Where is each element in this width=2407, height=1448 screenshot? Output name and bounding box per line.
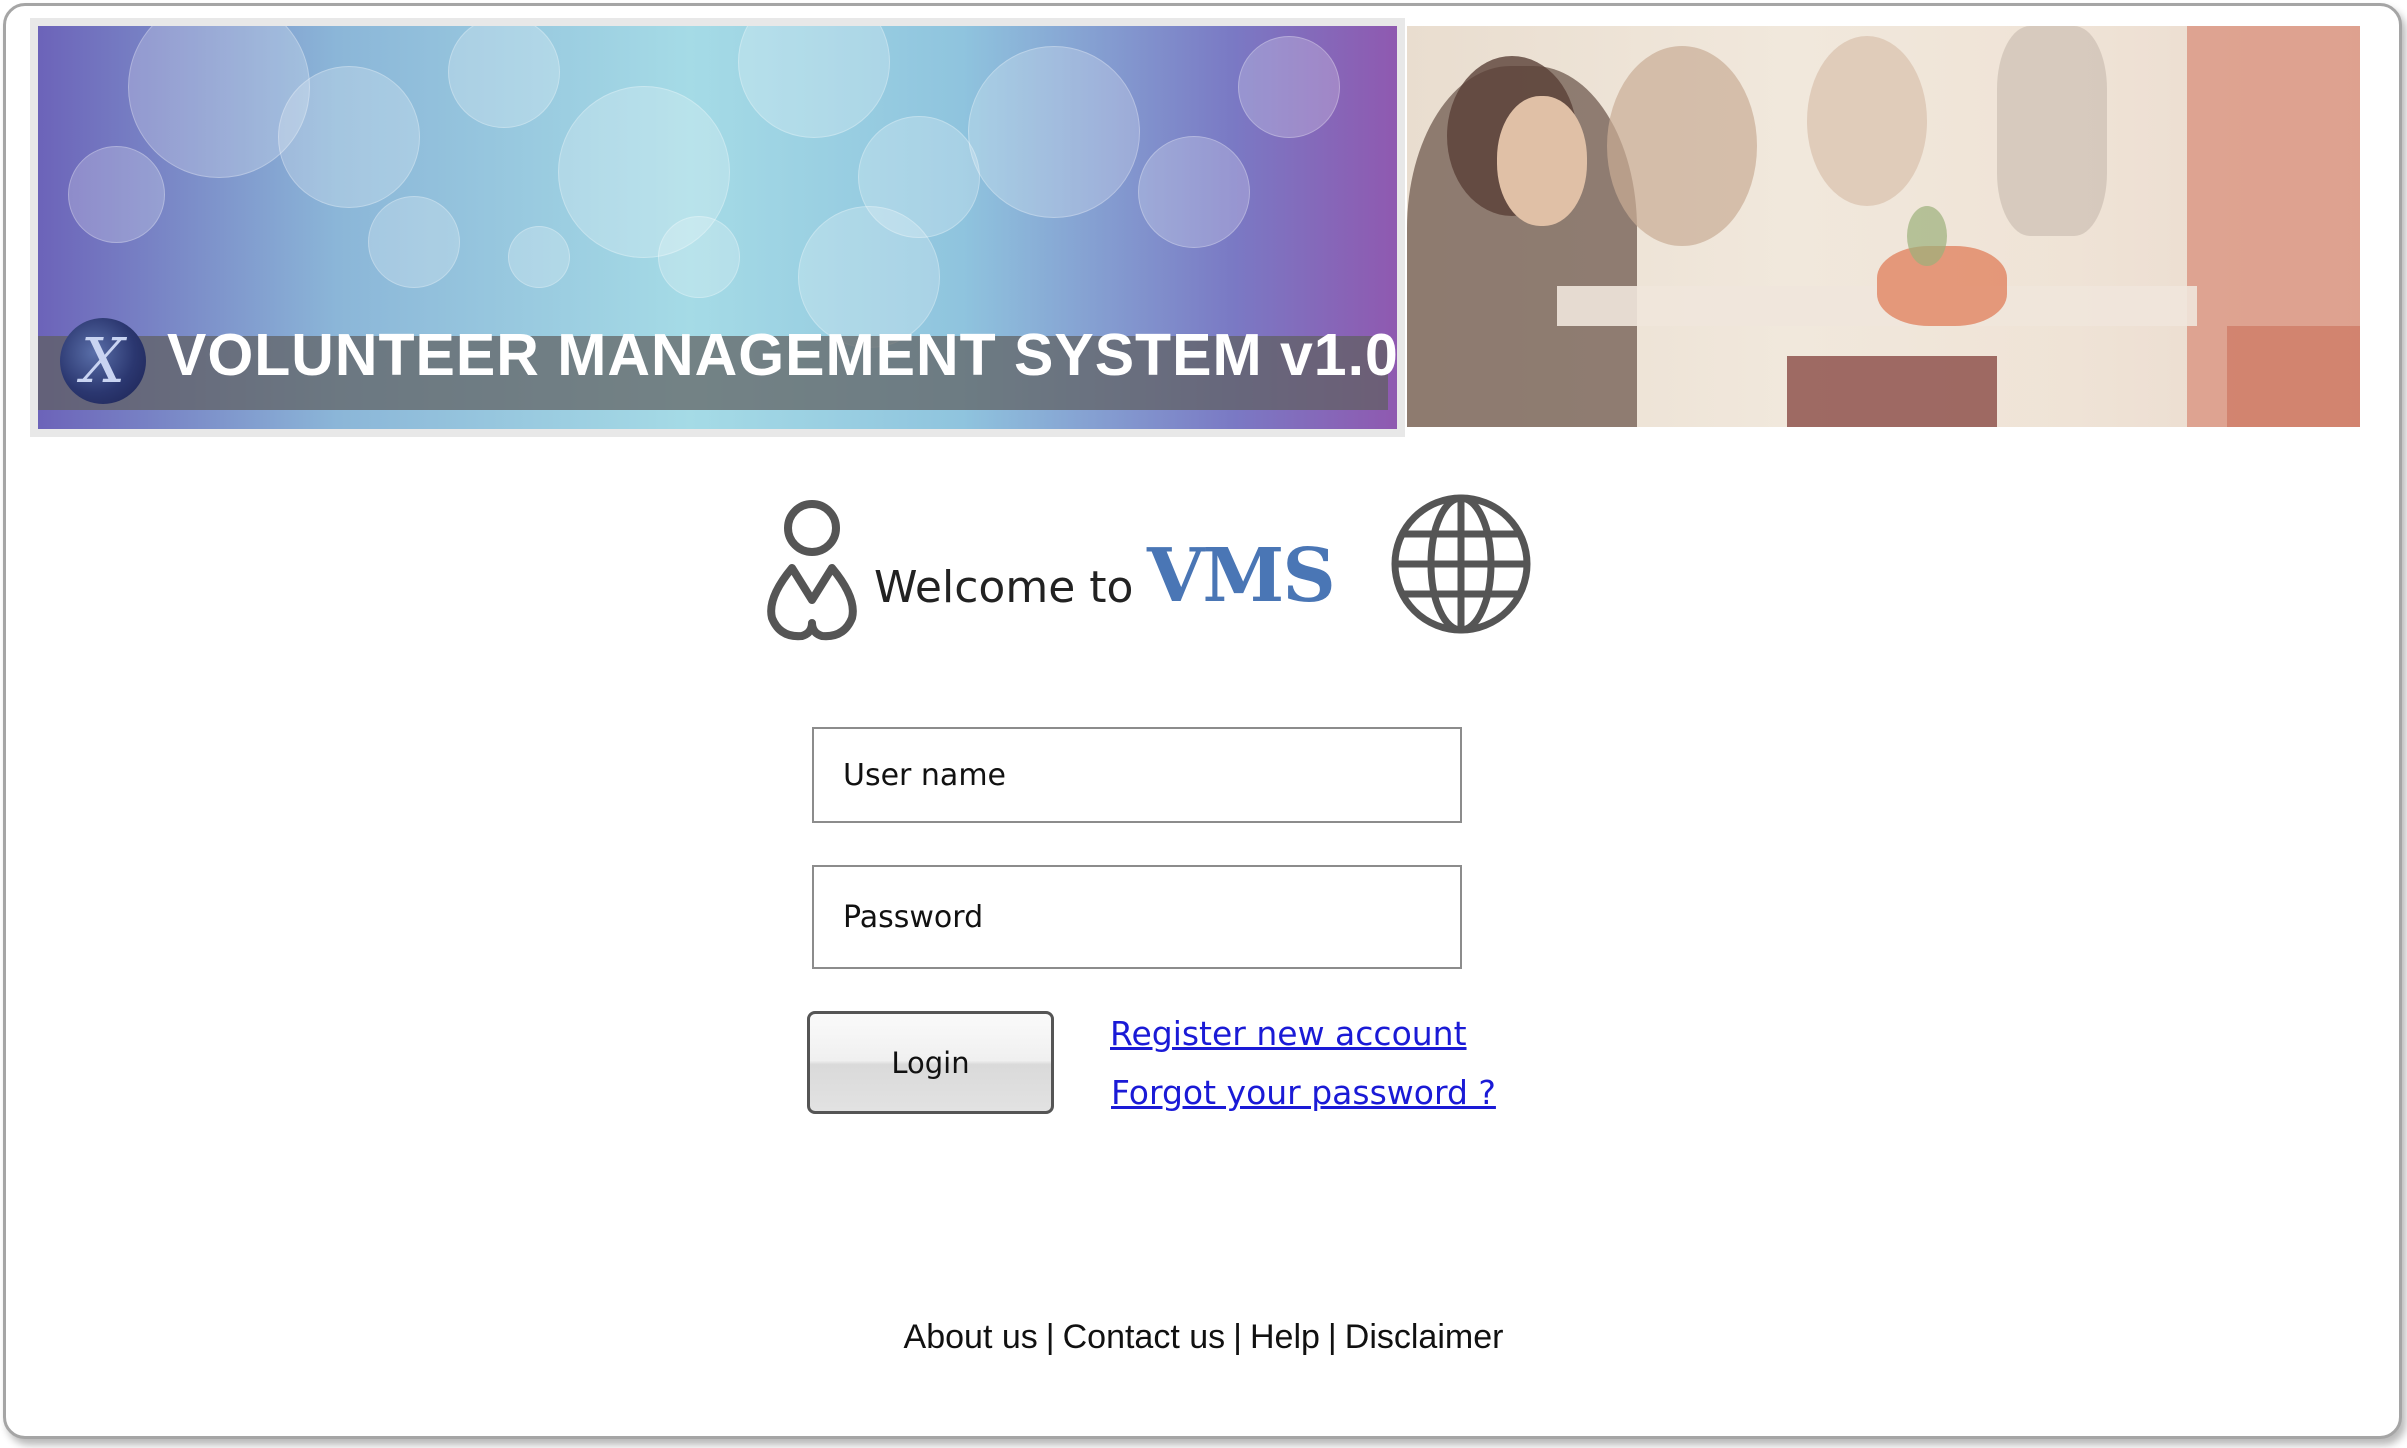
footer-separator: | [1233,1318,1242,1356]
about-us-link[interactable]: About us [904,1318,1038,1356]
disclaimer-link[interactable]: Disclaimer [1345,1318,1504,1356]
password-input[interactable]: Password [812,865,1462,969]
person-icon [767,500,857,641]
contact-us-link[interactable]: Contact us [1063,1318,1226,1356]
welcome-text: Welcome to [874,562,1134,613]
forgot-password-link[interactable]: Forgot your password ? [1111,1073,1496,1112]
app-title: VOLUNTEER MANAGEMENT SYSTEM v1.0 [167,322,1399,388]
footer-separator: | [1327,1318,1337,1356]
x-emblem-logo-icon: X [60,318,146,404]
help-link[interactable]: Help [1250,1318,1320,1356]
register-link[interactable]: Register new account [1110,1014,1467,1053]
vms-brand: VMS [1147,533,1336,619]
globe-icon [1391,494,1531,634]
volunteers-photo [1407,26,2360,427]
footer-separator: | [1045,1318,1055,1356]
login-button[interactable]: Login [807,1011,1054,1114]
footer-links: About us | Contact us | Help | Disclaimer [0,1318,2407,1357]
username-input[interactable]: User name [812,727,1462,823]
